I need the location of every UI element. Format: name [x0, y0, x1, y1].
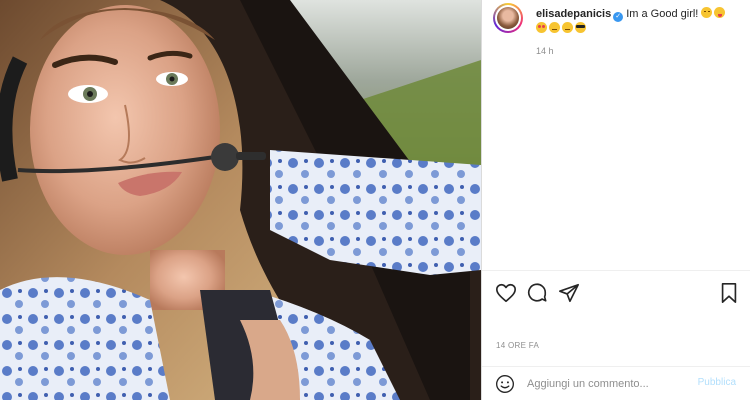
smirk-emoji: [562, 22, 573, 33]
username-link[interactable]: elisadepanicis: [536, 8, 611, 20]
caption-area: elisadepanicis ✓ Im a Good girl! 14 h: [482, 0, 750, 270]
post-side-panel: elisadepanicis ✓ Im a Good girl! 14 h 14 O…: [481, 0, 750, 400]
publish-button[interactable]: Pubblica: [698, 377, 736, 388]
avatar-ring: [495, 5, 521, 31]
tongue-emoji: [714, 7, 726, 18]
action-bar: [482, 276, 750, 308]
comment-time[interactable]: 14 h: [536, 46, 554, 56]
share-icon[interactable]: [558, 282, 580, 304]
avatar-image: [497, 7, 519, 29]
smirk-emoji: [549, 22, 560, 33]
verified-badge-icon: ✓: [613, 12, 624, 22]
wink-emoji: [701, 7, 713, 18]
comment-icon[interactable]: [526, 282, 548, 304]
post-timestamp[interactable]: 14 ORE FA: [496, 341, 539, 350]
heart-eyes-emoji: [536, 22, 547, 33]
post-photo[interactable]: [0, 0, 481, 400]
sunglasses-emoji: [575, 22, 586, 33]
bookmark-icon[interactable]: [718, 282, 740, 304]
heart-icon[interactable]: [495, 282, 517, 304]
caption-text: Im a Good girl!: [626, 8, 699, 20]
avatar[interactable]: [493, 3, 523, 33]
post-photo-image: [0, 0, 481, 400]
comment-input[interactable]: [527, 376, 667, 392]
divider: [482, 270, 750, 271]
emoji-icon[interactable]: [495, 374, 515, 394]
comment-bar: Pubblica: [482, 366, 750, 400]
caption: elisadepanicis ✓ Im a Good girl!: [536, 7, 742, 36]
